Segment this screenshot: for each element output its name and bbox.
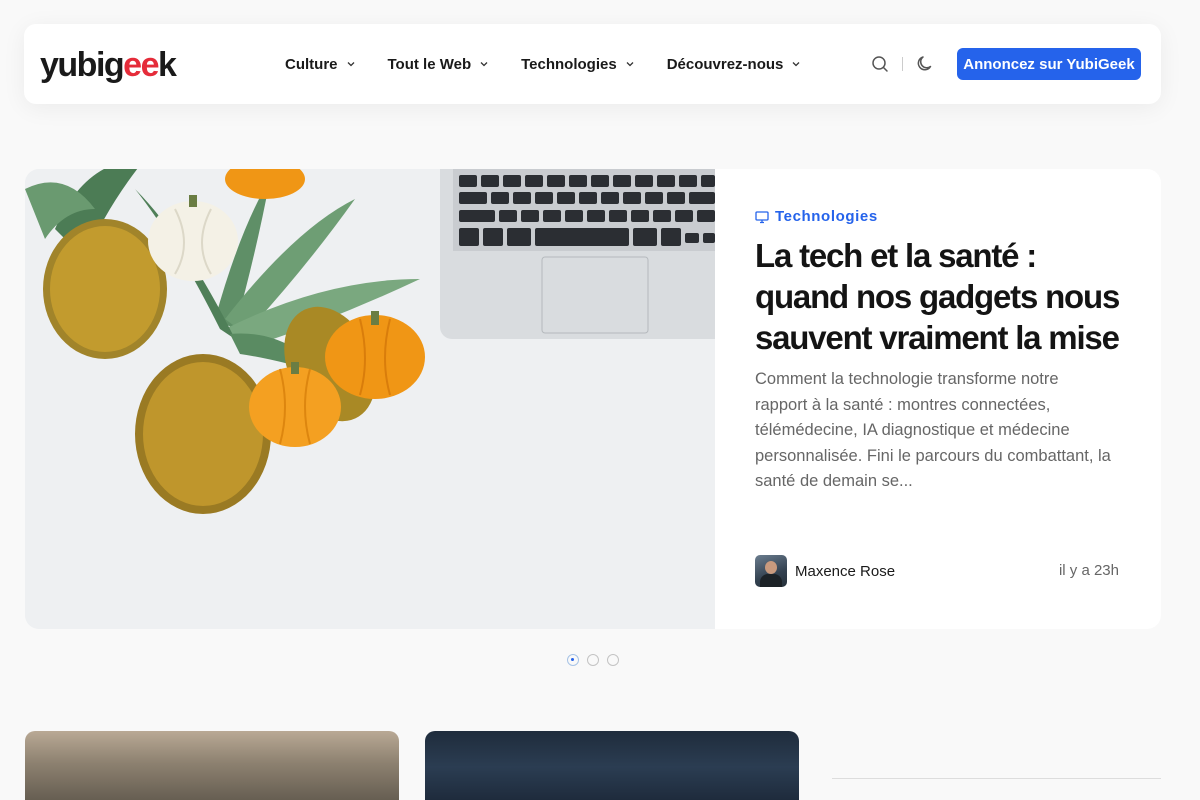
category-label: Technologies [775,208,878,225]
logo-prefix: yubig [40,46,125,84]
carousel-dot[interactable] [607,654,619,666]
chevron-down-icon [480,62,488,67]
main-nav: Culture Tout le Web Technologies Découvr… [285,24,833,104]
nav-item-label: Tout le Web [387,55,472,73]
nav-item-label: Technologies [521,55,617,73]
chevron-down-icon [626,62,634,67]
nav-item-label: Découvrez-nous [666,55,784,73]
site-header: yubigeek Culture Tout le Web Technologie… [24,24,1161,104]
header-tools [870,52,935,76]
featured-image[interactable] [25,169,715,629]
article-card-image[interactable] [25,731,399,800]
article-timestamp: il y a 23h [1058,562,1119,579]
moon-icon[interactable] [915,54,935,74]
carousel-dot[interactable] [587,654,599,666]
nav-item-culture[interactable]: Culture [285,56,356,73]
carousel-dots [567,654,627,666]
chevron-down-icon [792,62,800,67]
article-card-image[interactable] [425,731,799,800]
nav-item-decouvrez-nous[interactable]: Découvrez-nous [667,56,802,73]
carousel-dot[interactable] [567,654,579,666]
featured-article[interactable]: Technologies La tech et la santé : quand… [25,169,1161,629]
author-name[interactable]: Maxence Rose [795,563,895,580]
logo-suffix: k [158,46,177,84]
featured-content: Technologies La tech et la santé : quand… [755,169,1135,629]
chevron-down-icon [347,62,354,67]
sidebar-divider [832,778,1161,779]
advertise-button[interactable]: Annoncez sur YubiGeek [957,48,1141,80]
tools-divider [902,57,903,71]
category-link[interactable]: Technologies [755,208,878,225]
search-icon[interactable] [870,54,890,74]
author-info[interactable]: Maxence Rose [755,555,895,587]
article-excerpt: Comment la technologie transforme notre … [755,370,1111,490]
monitor-icon [755,210,769,223]
article-title[interactable]: La tech et la santé : quand nos gadgets … [755,235,1130,358]
featured-illustration [25,169,715,629]
nav-item-tout-le-web[interactable]: Tout le Web [388,56,490,73]
avatar[interactable] [755,555,787,587]
logo-highlight: ee [123,46,159,84]
nav-item-label: Culture [285,55,338,73]
site-logo[interactable]: yubigeek [40,42,177,86]
nav-item-technologies[interactable]: Technologies [521,56,635,73]
